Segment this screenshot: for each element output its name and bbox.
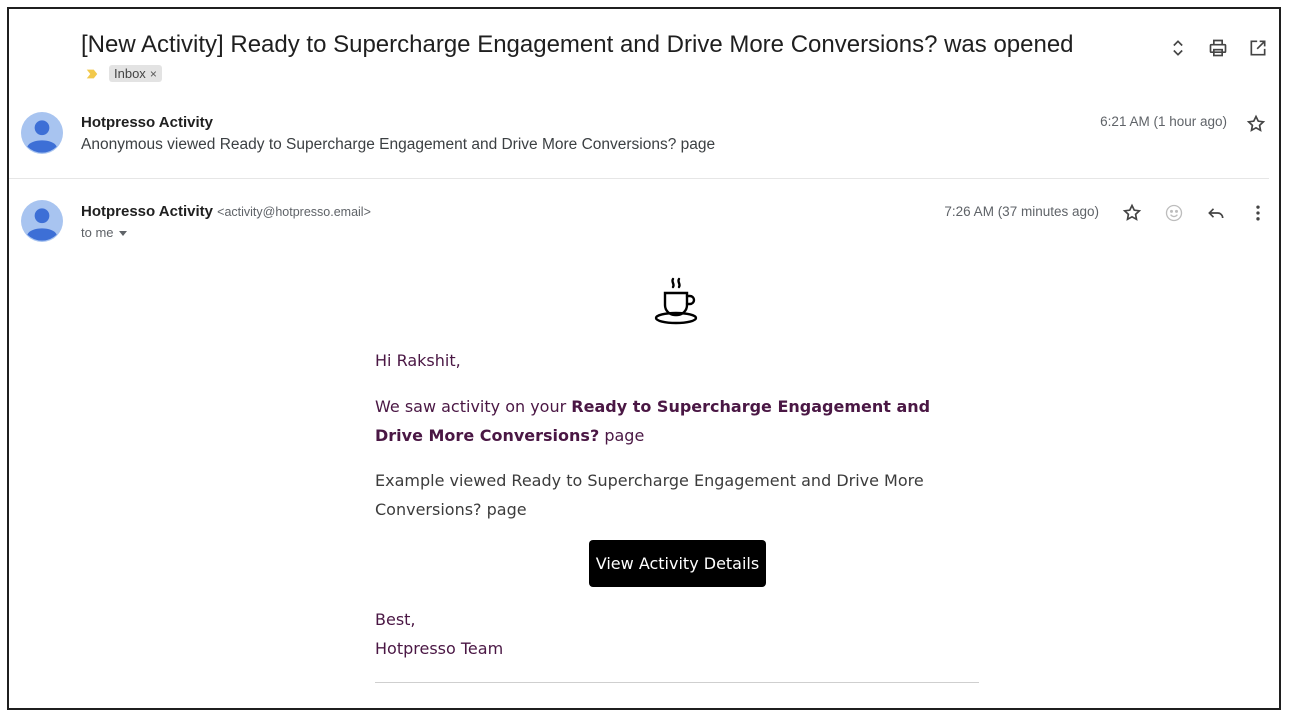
chevron-down-icon — [118, 230, 127, 236]
team-name: Hotpresso Team — [375, 639, 504, 658]
avatar-icon — [21, 112, 63, 154]
sender-line: Hotpresso Activity <activity@hotpresso.e… — [81, 203, 371, 220]
importance-marker-icon[interactable] — [85, 67, 99, 81]
star-icon[interactable] — [1119, 200, 1145, 226]
coffee-cup-icon — [654, 277, 698, 325]
inbox-label-chip[interactable]: Inbox × — [109, 65, 162, 82]
message-actions — [1119, 200, 1271, 226]
sender-name: Hotpresso Activity — [81, 203, 213, 220]
sender-email: <activity@hotpresso.email> — [217, 205, 371, 219]
view-activity-details-button[interactable]: View Activity Details — [589, 540, 766, 587]
message-snippet: Anonymous viewed Ready to Supercharge En… — [81, 136, 716, 153]
message-time: 6:21 AM (1 hour ago) — [1100, 114, 1227, 129]
sender-name: Hotpresso Activity — [81, 114, 213, 131]
thread-toolbar — [1165, 35, 1271, 61]
email-body-paragraph: We saw activity on your Ready to Superch… — [375, 392, 979, 450]
reply-icon[interactable] — [1203, 200, 1229, 226]
activity-paragraph: We saw activity on your Ready to Superch… — [375, 392, 979, 450]
smiley-icon[interactable] — [1161, 200, 1187, 226]
message-divider — [9, 178, 1269, 179]
print-icon[interactable] — [1205, 35, 1231, 61]
footer-divider — [375, 682, 979, 683]
label-row: Inbox × — [85, 65, 162, 82]
recipient-toggle[interactable]: to me — [81, 225, 128, 240]
email-body-paragraph: Example viewed Ready to Supercharge Enga… — [375, 466, 979, 524]
more-vert-icon[interactable] — [1245, 200, 1271, 226]
email-body: Hi Rakshit, — [375, 346, 979, 375]
email-signoff: Best, Hotpresso Team — [375, 605, 979, 663]
viewer-paragraph: Example viewed Ready to Supercharge Enga… — [375, 471, 924, 519]
recipient-text: to me — [81, 225, 114, 240]
unfold-icon[interactable] — [1165, 35, 1191, 61]
star-icon[interactable] — [1243, 111, 1269, 137]
thread-subject: [New Activity] Ready to Supercharge Enga… — [81, 31, 1074, 58]
collapsed-message[interactable]: Hotpresso Activity Anonymous viewed Read… — [9, 107, 1279, 179]
open-in-new-icon[interactable] — [1245, 35, 1271, 61]
activity-prefix: We saw activity on your — [375, 397, 567, 416]
greeting: Hi Rakshit, — [375, 351, 461, 370]
email-thread-view: [New Activity] Ready to Supercharge Enga… — [7, 7, 1281, 710]
remove-label-icon[interactable]: × — [150, 67, 157, 81]
inbox-label-text: Inbox — [114, 66, 146, 81]
expanded-message-header: Hotpresso Activity <activity@hotpresso.e… — [9, 193, 1279, 263]
avatar-icon — [21, 200, 63, 242]
message-time: 7:26 AM (37 minutes ago) — [944, 204, 1099, 219]
activity-suffix: page — [604, 426, 645, 445]
signoff-text: Best, — [375, 610, 416, 629]
